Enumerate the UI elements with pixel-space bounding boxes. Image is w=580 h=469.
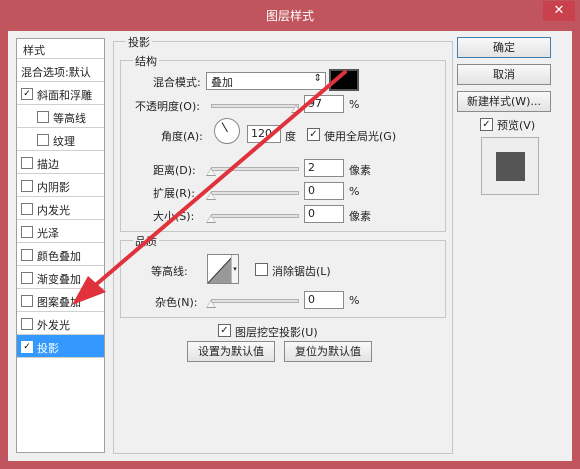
layer-style-dialog: 图层样式 ✕ 样式 混合选项:默认 ✓ 斜面和浮雕 等高线 纹理 描边 内阴影 内发光 光泽 颜色…	[0, 0, 580, 469]
annotation-arrow	[72, 70, 347, 305]
